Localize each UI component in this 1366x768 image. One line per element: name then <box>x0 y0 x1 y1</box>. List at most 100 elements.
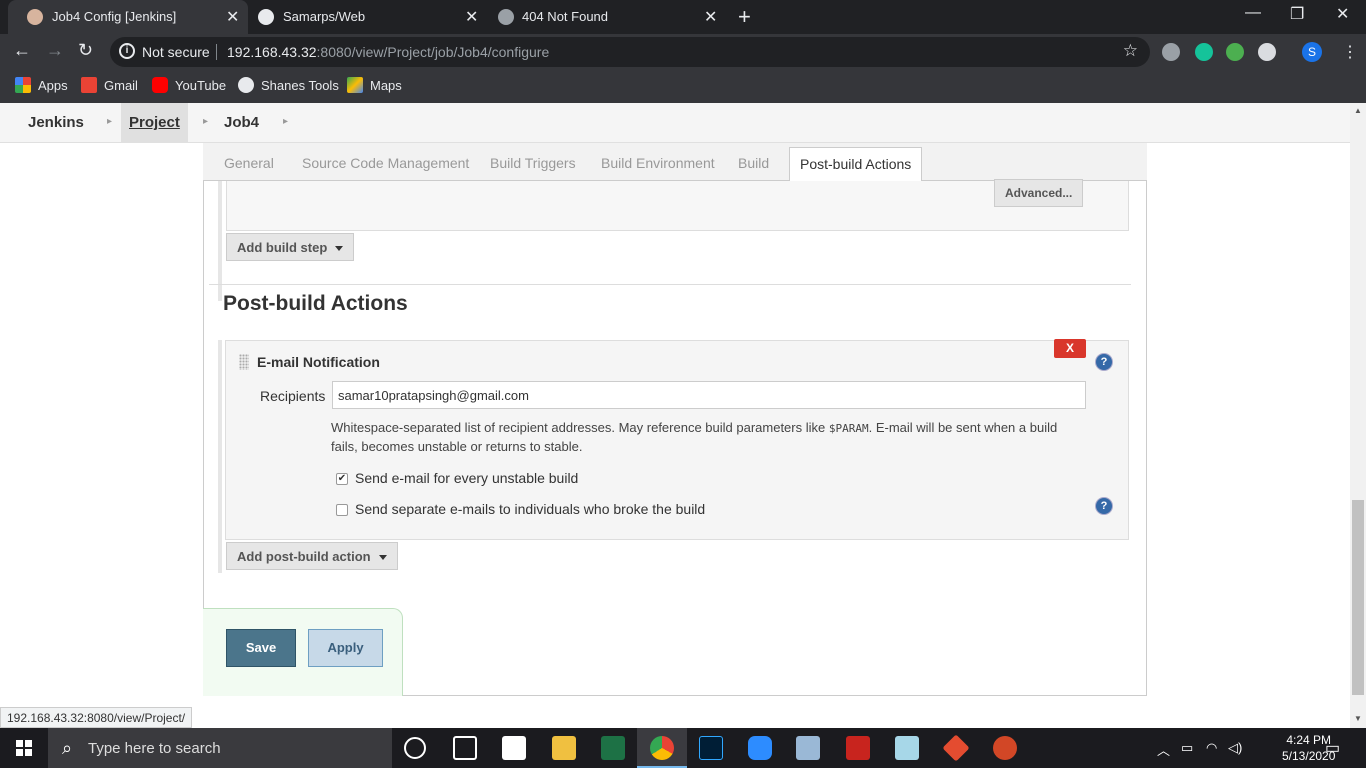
recipients-input[interactable] <box>332 381 1086 409</box>
cortana-icon[interactable] <box>404 737 426 759</box>
scroll-down-icon[interactable]: ▼ <box>1354 714 1362 723</box>
breadcrumb-arrow-icon[interactable]: ▸ <box>283 116 288 127</box>
app-icon[interactable] <box>846 736 870 760</box>
extension-icon[interactable] <box>1162 43 1180 61</box>
windows-taskbar: ⌕ Type here to search ︿ ▭ ◠ ◁) 4:24 PM 5/… <box>0 728 1366 768</box>
photoshop-icon[interactable] <box>699 736 723 760</box>
scroll-up-icon[interactable]: ▲ <box>1354 106 1362 115</box>
breadcrumb: Jenkins ▸ Project ▸ Job4 ▸ <box>0 103 1350 143</box>
close-window-icon[interactable]: ✕ <box>1336 4 1349 24</box>
tab-general[interactable]: General <box>224 155 274 171</box>
volume-icon[interactable]: ◁) <box>1228 740 1242 756</box>
apply-button[interactable]: Apply <box>308 629 383 667</box>
divider <box>209 284 1131 285</box>
recipients-label: Recipients <box>260 388 326 404</box>
powerpoint-icon[interactable] <box>993 736 1017 760</box>
breadcrumb-arrow-icon[interactable]: ▸ <box>107 116 112 127</box>
restore-icon[interactable]: ❐ <box>1290 4 1304 24</box>
forward-icon[interactable]: → <box>46 40 64 61</box>
tab-job4-config[interactable]: Job4 Config [Jenkins] ✕ <box>8 0 248 34</box>
globe-icon <box>238 77 254 93</box>
tab-source-code-management[interactable]: Source Code Management <box>302 155 469 171</box>
separate-emails-label[interactable]: Send separate e-mails to individuals who… <box>355 501 705 517</box>
tab-post-build-actions[interactable]: Post-build Actions <box>789 147 923 182</box>
separate-emails-checkbox[interactable] <box>336 504 348 516</box>
unstable-build-checkbox[interactable]: ✔ <box>336 473 348 485</box>
extension-icon[interactable] <box>1258 43 1276 61</box>
tab-build[interactable]: Build <box>738 155 769 171</box>
reload-icon[interactable]: ↻ <box>78 40 93 61</box>
bookmarks-bar: Apps Gmail YouTube Shanes Tools Maps <box>0 70 1366 103</box>
profile-avatar[interactable]: S <box>1302 42 1322 62</box>
maps-icon <box>347 77 363 93</box>
tray-chevron-icon[interactable]: ︿ <box>1157 740 1170 759</box>
windows-start-icon[interactable] <box>16 740 32 756</box>
drag-handle-icon[interactable] <box>239 354 249 370</box>
task-view-icon[interactable] <box>453 736 477 760</box>
bookmark-apps[interactable]: Apps <box>15 77 68 93</box>
store-icon[interactable] <box>502 736 526 760</box>
bookmark-maps[interactable]: Maps <box>347 77 402 93</box>
add-post-build-action-button[interactable]: Add post-build action <box>226 542 398 570</box>
help-icon[interactable]: ? <box>1096 354 1112 370</box>
apps-grid-icon <box>15 77 31 93</box>
bookmark-star-icon[interactable]: ☆ <box>1123 41 1138 61</box>
section-title: Post-build Actions <box>223 292 408 315</box>
new-tab-icon[interactable]: + <box>738 4 751 30</box>
git-icon[interactable] <box>942 734 970 762</box>
app-icon[interactable] <box>895 736 919 760</box>
globe-favicon-icon <box>498 9 514 25</box>
url-text[interactable]: 192.168.43.32:8080/view/Project/job/Job4… <box>227 44 549 60</box>
dropdown-caret-icon <box>335 246 344 252</box>
notifications-icon[interactable]: ▭ <box>1325 738 1340 758</box>
tab-404-not-found[interactable]: 404 Not Found ✕ <box>488 0 728 34</box>
config-page: General Source Code Management Build Tri… <box>0 143 1350 703</box>
help-icon[interactable]: ? <box>1096 498 1112 514</box>
bookmark-shanes-tools[interactable]: Shanes Tools <box>238 77 339 93</box>
github-favicon-icon <box>258 9 274 25</box>
search-icon: ⌕ <box>62 738 73 758</box>
info-icon[interactable]: i <box>119 43 135 59</box>
excel-icon[interactable] <box>601 736 625 760</box>
browser-tab-strip: Job4 Config [Jenkins] ✕ Samarps/Web ✕ 40… <box>0 0 1366 34</box>
battery-icon[interactable]: ▭ <box>1181 740 1193 756</box>
status-bar-url: 192.168.43.32:8080/view/Project/ <box>0 707 193 728</box>
breadcrumb-jenkins[interactable]: Jenkins <box>28 114 84 131</box>
file-explorer-icon[interactable] <box>552 736 576 760</box>
breadcrumb-job4[interactable]: Job4 <box>224 114 259 131</box>
close-tab-icon[interactable]: ✕ <box>704 7 717 27</box>
minimize-icon[interactable]: — <box>1245 4 1261 22</box>
close-tab-icon[interactable]: ✕ <box>226 7 239 27</box>
address-bar[interactable]: i Not secure 192.168.43.32:8080/view/Pro… <box>110 37 1150 67</box>
menu-kebab-icon[interactable]: ⋮ <box>1342 42 1358 62</box>
tab-build-triggers[interactable]: Build Triggers <box>490 155 576 171</box>
wifi-icon[interactable]: ◠ <box>1206 740 1217 756</box>
zoom-icon[interactable] <box>748 736 772 760</box>
jenkins-favicon-icon <box>27 9 43 25</box>
advanced-button[interactable]: Advanced... <box>994 179 1084 207</box>
email-notification-title: E-mail Notification <box>257 354 380 370</box>
bookmark-youtube[interactable]: YouTube <box>152 77 226 93</box>
taskbar-search[interactable]: ⌕ Type here to search <box>48 728 392 768</box>
youtube-icon <box>152 77 168 93</box>
scrollbar-thumb[interactable] <box>1352 500 1364 695</box>
breadcrumb-arrow-icon[interactable]: ▸ <box>203 116 208 127</box>
back-icon[interactable]: ← <box>13 40 31 61</box>
extension-icon[interactable] <box>1226 43 1244 61</box>
gmail-icon <box>81 77 97 93</box>
dropdown-caret-icon <box>378 555 387 561</box>
bookmark-gmail[interactable]: Gmail <box>81 77 138 93</box>
virtualbox-icon[interactable] <box>796 736 820 760</box>
grammarly-icon[interactable] <box>1195 43 1213 61</box>
delete-step-button[interactable]: X <box>1054 339 1086 358</box>
tab-build-environment[interactable]: Build Environment <box>601 155 715 171</box>
add-build-step-button[interactable]: Add build step <box>226 233 355 261</box>
save-button[interactable]: Save <box>226 629 296 667</box>
section-indent-bar <box>218 181 222 301</box>
chrome-icon[interactable] <box>650 736 674 760</box>
close-tab-icon[interactable]: ✕ <box>465 7 478 27</box>
breadcrumb-project[interactable]: Project <box>121 103 188 143</box>
recipients-help-text: Whitespace-separated list of recipient a… <box>331 420 1058 454</box>
tab-samarps-web[interactable]: Samarps/Web ✕ <box>248 0 488 34</box>
unstable-build-label[interactable]: Send e-mail for every unstable build <box>355 470 578 486</box>
